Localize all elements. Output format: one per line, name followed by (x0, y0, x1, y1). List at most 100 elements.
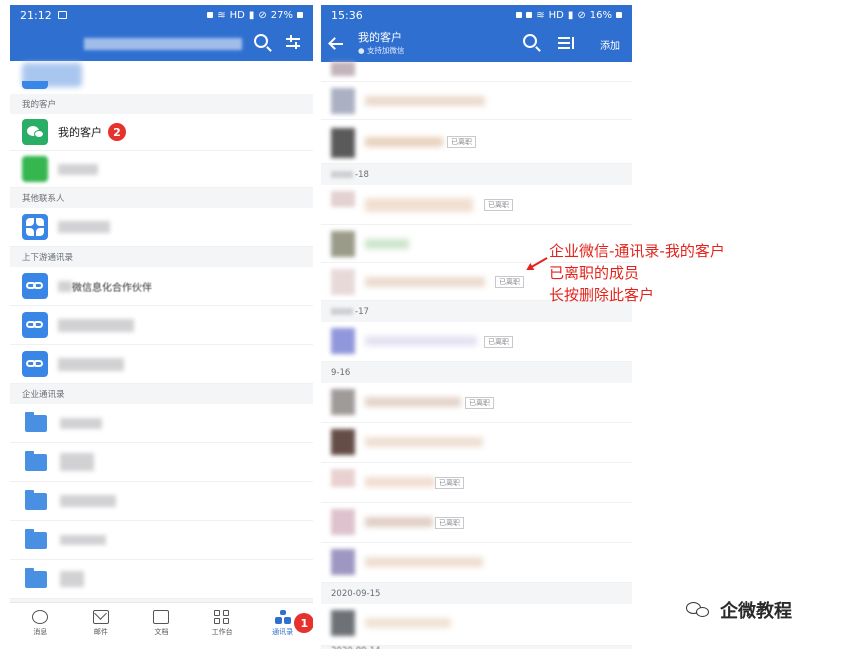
page-title: 我的客户 (358, 31, 402, 44)
list-item[interactable] (10, 560, 313, 599)
tab-contacts[interactable]: 通讯录 1 (252, 603, 313, 644)
annotation-text: 企业微信-通讯录-我的客户 已离职的成员 长按删除此客户 (549, 240, 725, 306)
search-button[interactable] (252, 33, 272, 53)
folder-icon (25, 411, 47, 432)
screenshot-root: 21:12 ≋ HD ▮ ⊘ 27% 我的客户 我的客户 2 其他联系人 上下游… (0, 0, 842, 649)
date-header: 2020-09-15 (321, 583, 632, 604)
list-item[interactable] (10, 345, 313, 384)
message-icon (32, 610, 49, 624)
watermark: 企微教程 (686, 597, 792, 623)
blurred-name (365, 239, 409, 249)
blurred-name (365, 336, 477, 346)
blurred-name (365, 517, 433, 527)
avatar (331, 328, 355, 354)
document-icon (153, 610, 170, 624)
search-button[interactable] (521, 33, 541, 53)
blurred-name (365, 557, 483, 567)
table-row[interactable] (321, 604, 632, 646)
table-row[interactable] (321, 423, 632, 463)
signal-icon: ▮ (248, 9, 255, 21)
section-header-upstream: 上下游通讯录 (10, 247, 313, 267)
list-item[interactable] (10, 482, 313, 521)
filter-button[interactable] (284, 34, 304, 54)
table-row[interactable] (321, 62, 632, 82)
top-bar (10, 25, 313, 61)
blurred-name (365, 198, 473, 212)
status-time: 15:36 (331, 8, 363, 22)
status-bar: 15:36 ≋ HD ▮ ⊘ 16% (321, 5, 632, 25)
list-item[interactable] (10, 521, 313, 560)
annotation-line-3: 长按删除此客户 (549, 286, 655, 304)
dnd-icon: ⊘ (258, 9, 267, 21)
step-badge: 2 (108, 123, 126, 141)
blurred-name (365, 96, 485, 106)
contacts-icon (274, 610, 291, 624)
blurred-company-name (84, 38, 242, 50)
section-header-other-contacts: 其他联系人 (10, 188, 313, 208)
table-row[interactable]: 已离职 (321, 463, 632, 503)
list-item[interactable] (10, 151, 313, 188)
status-time: 21:12 (20, 8, 52, 22)
avatar (331, 509, 355, 535)
add-button[interactable]: 添加 (600, 37, 620, 52)
blurred-name (60, 571, 84, 587)
back-arrow-icon[interactable] (329, 37, 343, 51)
alarm-icon (526, 12, 533, 18)
left-phone-screen: 21:12 ≋ HD ▮ ⊘ 27% 我的客户 我的客户 2 其他联系人 上下游… (10, 5, 313, 644)
table-row[interactable]: 已离职 (321, 120, 632, 164)
avatar (331, 469, 355, 487)
tab-workbench[interactable]: 工作台 (192, 603, 253, 644)
watermark-text: 企微教程 (720, 601, 792, 622)
avatar (331, 269, 355, 295)
battery-icon (297, 12, 303, 18)
table-row[interactable]: 已离职 (321, 503, 632, 543)
list-item[interactable] (10, 61, 313, 94)
link-icon (22, 312, 48, 338)
status-badge: 已离职 (447, 136, 476, 148)
list-item[interactable] (10, 443, 313, 482)
list-item[interactable] (10, 306, 313, 345)
my-customers-label: 我的客户 (58, 126, 102, 139)
blurred-name (365, 437, 483, 447)
blurred-name (58, 318, 134, 332)
blurred-name (58, 163, 98, 175)
folder-icon (25, 489, 47, 510)
my-customers-row[interactable]: 我的客户 2 (10, 114, 313, 151)
folder-icon (25, 450, 47, 471)
sort-button[interactable] (557, 35, 577, 55)
table-row[interactable]: 已离职 (321, 185, 632, 225)
table-row[interactable] (321, 543, 632, 583)
blurred-name (58, 221, 110, 233)
workbench-icon (214, 610, 230, 624)
wifi-icon: ≋ (536, 9, 545, 21)
list-item[interactable]: 微信息化合作伙伴 (10, 267, 313, 306)
status-badge: 已离职 (435, 477, 464, 489)
avatar (22, 156, 48, 182)
avatar (331, 62, 355, 76)
avatar (331, 88, 355, 114)
blurred-name (365, 618, 451, 628)
status-badge: 已离职 (484, 336, 513, 348)
blurred-name (60, 535, 106, 545)
table-row[interactable] (321, 82, 632, 120)
step-badge: 1 (294, 613, 313, 633)
tab-messages[interactable]: 消息 (10, 603, 71, 644)
top-bar: 我的客户 ● 支持加微信 添加 (321, 25, 632, 62)
table-row[interactable]: 已离职 (321, 383, 632, 423)
alarm-icon (207, 12, 214, 18)
blurred-name (365, 277, 485, 287)
dnd-icon: ⊘ (577, 9, 586, 21)
annotation-line-2: 已离职的成员 (549, 264, 640, 282)
wifi-icon: ≋ (217, 9, 226, 21)
tab-mail[interactable]: 邮件 (71, 603, 132, 644)
list-item[interactable] (10, 404, 313, 443)
blurred-name (60, 417, 102, 429)
list-item[interactable] (10, 208, 313, 247)
date-header: 9 -16 (321, 362, 632, 383)
table-row[interactable]: 已离职 (321, 322, 632, 362)
tab-docs[interactable]: 文档 (131, 603, 192, 644)
blurred-name (60, 495, 116, 507)
section-header-my-customers: 我的客户 (10, 94, 313, 114)
link-icon (22, 351, 48, 377)
blurred-name (58, 280, 72, 292)
